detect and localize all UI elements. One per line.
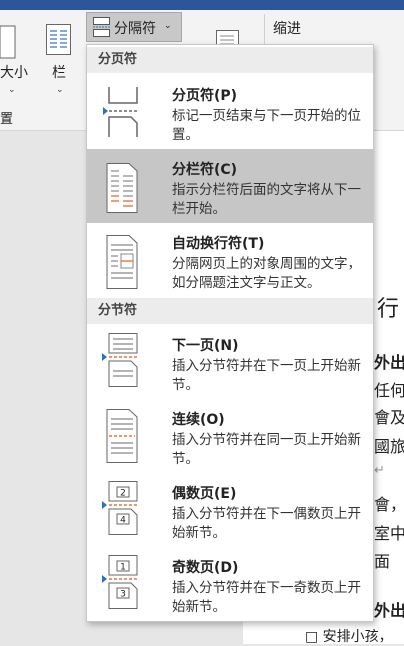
- menu-item-desc: 插入分节符并在下一奇数页上开始新节。: [172, 580, 361, 615]
- size-label[interactable]: 大小: [0, 62, 28, 82]
- page-number: 1: [120, 563, 126, 573]
- doc-line: 室中: [374, 524, 404, 543]
- menu-item-title: 偶数页(E): [172, 486, 237, 502]
- menu-item-title: 自动换行符(T): [172, 236, 265, 252]
- columns-chevron-icon[interactable]: ⌄: [56, 85, 64, 95]
- columns-icon[interactable]: [46, 24, 72, 56]
- breaks-menu: 分页符 分页符(P) 标记一页结束与下一页开始的位置。 分栏符(C) 指示分栏符…: [86, 44, 374, 622]
- continuous-section-icon: [106, 409, 138, 463]
- group-label-fragment: 置: [0, 112, 14, 127]
- doc-line: 外出: [374, 601, 404, 620]
- menu-item-title: 连续(O): [172, 412, 225, 428]
- menu-item-desc: 分隔网页上的对象周围的文字，如分隔题注文字与正文。: [172, 256, 361, 291]
- indent-label: 缩进: [273, 21, 301, 37]
- menu-item-text-wrapping-break[interactable]: 自动换行符(T) 分隔网页上的对象周围的文字，如分隔题注文字与正文。: [87, 223, 373, 297]
- next-page-section-icon: [102, 333, 138, 387]
- doc-line: □ 安排小孩，: [305, 629, 393, 645]
- menu-item-column-break[interactable]: 分栏符(C) 指示分栏符后面的文字将从下一栏开始。: [87, 149, 373, 223]
- title-bar: [0, 0, 404, 10]
- doc-line: 外出: [374, 353, 404, 372]
- doc-line: 面: [374, 552, 391, 571]
- page-number: 2: [120, 489, 126, 499]
- page-number: 3: [120, 590, 126, 600]
- menu-item-desc: 标记一页结束与下一页开始的位置。: [172, 108, 361, 143]
- menu-item-title: 下一页(N): [172, 338, 239, 354]
- menu-item-title: 分页符(P): [172, 88, 238, 104]
- menu-item-title: 奇数页(D): [172, 560, 239, 576]
- menu-item-title: 分栏符(C): [172, 162, 238, 178]
- menu-item-even-page[interactable]: 2 4 偶数页(E) 插入分节符并在下一偶数页上开始新节。: [87, 473, 373, 547]
- size-chevron-icon[interactable]: ⌄: [8, 85, 16, 95]
- even-page-section-icon: 2 4: [102, 481, 138, 535]
- menu-item-desc: 插入分节符并在下一页上开始新节。: [172, 358, 361, 393]
- doc-heading: 行: [377, 297, 400, 322]
- menu-item-odd-page[interactable]: 1 3 奇数页(D) 插入分节符并在下一奇数页上开始新节。: [87, 547, 373, 621]
- menu-item-desc: 指示分栏符后面的文字将从下一栏开始。: [172, 182, 361, 217]
- doc-line: 會，: [374, 495, 404, 514]
- menu-item-desc: 插入分节符并在同一页上开始新节。: [172, 432, 361, 467]
- section-header-section-breaks: 分节符: [87, 298, 373, 324]
- page-break-icon: [103, 87, 138, 137]
- doc-line: 任何: [374, 381, 404, 400]
- doc-line: 會及: [374, 408, 404, 427]
- chevron-down-icon: ⌄: [164, 21, 172, 31]
- menu-item-desc: 插入分节符并在下一偶数页上开始新节。: [172, 506, 361, 541]
- breaks-icon: [93, 17, 110, 37]
- doc-paragraph-mark: ↵: [374, 463, 385, 478]
- columns-label[interactable]: 栏: [52, 62, 66, 82]
- menu-item-page-break[interactable]: 分页符(P) 标记一页结束与下一页开始的位置。: [87, 75, 373, 149]
- menu-item-next-page[interactable]: 下一页(N) 插入分节符并在下一页上开始新节。: [87, 325, 373, 399]
- column-break-icon: [106, 163, 138, 213]
- size-icon[interactable]: [0, 22, 18, 62]
- breaks-button[interactable]: 分隔符 ⌄: [86, 12, 182, 42]
- text-wrapping-break-icon: [106, 235, 138, 289]
- menu-item-continuous[interactable]: 连续(O) 插入分节符并在同一页上开始新节。: [87, 399, 373, 473]
- breaks-button-label: 分隔符: [114, 21, 156, 37]
- odd-page-section-icon: 1 3: [102, 555, 138, 609]
- section-header-page-breaks: 分页符: [87, 47, 373, 73]
- doc-line: 國旅: [374, 437, 404, 456]
- page-number: 4: [120, 516, 126, 526]
